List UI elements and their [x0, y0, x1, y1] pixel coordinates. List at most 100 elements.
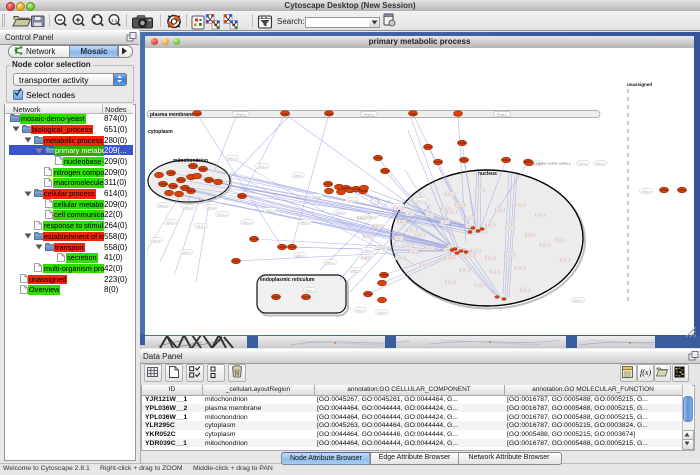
svg-text:Ydr34w: Ydr34w	[364, 292, 373, 296]
svg-text:YLR44 C: YLR44 C	[363, 234, 374, 238]
svg-text:YLR44 C: YLR44 C	[425, 213, 436, 217]
svg-text:1:1: 1:1	[111, 18, 118, 23]
svg-text:Ydr34w: Ydr34w	[177, 178, 186, 182]
svg-text:Ydr34w: Ydr34w	[524, 160, 533, 164]
svg-text:Gds1 p: Gds1 p	[311, 194, 320, 198]
svg-text:Ydr34w: Ydr34w	[238, 194, 247, 198]
svg-text:YLR44 C: YLR44 C	[490, 270, 501, 274]
svg-text:Ydr34w: Ydr34w	[381, 169, 390, 173]
svg-text:Gds1 p: Gds1 p	[295, 253, 304, 257]
svg-text:Gds1 p: Gds1 p	[165, 220, 174, 224]
svg-text:YLR44 C: YLR44 C	[485, 256, 496, 260]
svg-text:Gds1 p: Gds1 p	[181, 250, 190, 254]
svg-text:Ydr34w: Ydr34w	[159, 182, 168, 186]
svg-text:Ydr34w: Ydr34w	[359, 189, 368, 193]
svg-text:Gds1 p: Gds1 p	[347, 198, 356, 202]
svg-text:unassigned: unassigned	[627, 82, 652, 87]
svg-text:YLR44 C: YLR44 C	[560, 258, 571, 262]
svg-text:YLR44 C: YLR44 C	[520, 288, 531, 292]
svg-text:Ydr34w: Ydr34w	[205, 178, 214, 182]
svg-text:Gds1 p: Gds1 p	[305, 288, 314, 292]
svg-text:Gds1 p: Gds1 p	[206, 205, 215, 209]
svg-text:Ydr34w: Ydr34w	[458, 141, 467, 145]
svg-text:YLR44 C: YLR44 C	[515, 266, 526, 270]
svg-text:YLR44 C: YLR44 C	[415, 233, 426, 237]
svg-text:YLR44 C: YLR44 C	[465, 216, 476, 220]
svg-text:YLR44 C: YLR44 C	[405, 212, 416, 216]
svg-text:Gds1 p: Gds1 p	[217, 212, 226, 216]
svg-text:Gds1 p: Gds1 p	[227, 156, 236, 160]
svg-text:YLR44 C: YLR44 C	[475, 283, 486, 287]
svg-text:YLR44 C: YLR44 C	[447, 210, 458, 214]
svg-text:Ydr34w: Ydr34w	[302, 295, 311, 299]
svg-text:YLR44 C: YLR44 C	[485, 223, 496, 227]
svg-text:YLR44 C: YLR44 C	[373, 224, 384, 228]
svg-text:Gds1 p: Gds1 p	[151, 238, 160, 242]
svg-text:Ydr34w: Ydr34w	[232, 259, 241, 263]
svg-text:YLR44 C: YLR44 C	[495, 208, 506, 212]
svg-text:YLR44 C: YLR44 C	[409, 250, 420, 254]
svg-text:Ydr34w: Ydr34w	[324, 182, 333, 186]
svg-text:Ydr34w: Ydr34w	[167, 171, 176, 175]
svg-text:Gds1 p: Gds1 p	[367, 214, 376, 218]
svg-text:YLR44 C: YLR44 C	[445, 280, 456, 284]
svg-text:Gds1 p: Gds1 p	[293, 173, 302, 177]
svg-text:Pma1 p: Pma1 p	[497, 113, 508, 117]
svg-text:YLR44 C: YLR44 C	[445, 192, 456, 196]
svg-text:YLR44 C: YLR44 C	[555, 238, 566, 242]
svg-text:Ydr34w: Ydr34w	[424, 145, 433, 149]
svg-text:Ydr34w: Ydr34w	[281, 112, 290, 116]
svg-text:Pma1 p: Pma1 p	[364, 113, 375, 117]
svg-text:YLR44 C: YLR44 C	[505, 226, 516, 230]
svg-text:YLR44 C: YLR44 C	[394, 236, 405, 240]
svg-text:Ydr34w: Ydr34w	[169, 184, 178, 188]
svg-text:Gds1 p: Gds1 p	[573, 298, 582, 302]
svg-text:Ydr34w: Ydr34w	[342, 186, 351, 190]
svg-text:Ydr34w: Ydr34w	[189, 164, 198, 168]
svg-text:Ydr34w: Ydr34w	[380, 273, 389, 277]
svg-text:Gds1 p: Gds1 p	[257, 164, 266, 168]
svg-text:Ydr34w: Ydr34w	[199, 167, 208, 171]
svg-text:YLR44 C: YLR44 C	[535, 213, 546, 217]
svg-text:Gds1 p: Gds1 p	[158, 203, 167, 207]
svg-text:Gds1 p: Gds1 p	[350, 268, 359, 272]
svg-text:Ydr34w: Ydr34w	[250, 237, 259, 241]
svg-text:Ydr34w: Ydr34w	[325, 112, 334, 116]
svg-text:Pma1 p: Pma1 p	[236, 113, 247, 117]
svg-text:YLR44 C: YLR44 C	[379, 246, 390, 250]
svg-text:mitochondrion: mitochondrion	[173, 158, 208, 164]
svg-text:Ydr34w: Ydr34w	[374, 156, 383, 160]
svg-text:Ydr34w: Ydr34w	[187, 189, 196, 193]
svg-text:YLR44 C: YLR44 C	[540, 243, 551, 247]
svg-text:Gds1 p: Gds1 p	[196, 224, 205, 228]
svg-text:YLR44 C: YLR44 C	[403, 244, 414, 248]
svg-text:YLR44 C: YLR44 C	[505, 253, 516, 257]
svg-text:Ydr34w: Ydr34w	[278, 245, 287, 249]
svg-text:Ydr34w: Ydr34w	[288, 245, 297, 249]
svg-text:YLR44 C: YLR44 C	[357, 216, 368, 220]
svg-text:Gds1 p: Gds1 p	[363, 248, 372, 252]
svg-text:cytoplasm: cytoplasm	[148, 129, 173, 135]
svg-text:Gds1 p: Gds1 p	[595, 161, 604, 165]
svg-text:Gds1 p: Gds1 p	[242, 220, 251, 224]
svg-text:YLR44 C: YLR44 C	[460, 268, 471, 272]
svg-text:YLR44 C: YLR44 C	[395, 256, 406, 260]
svg-text:Ydr34w: Ydr34w	[434, 160, 443, 164]
svg-text:YLR44 C: YLR44 C	[420, 263, 431, 267]
svg-text:Gds1 p: Gds1 p	[641, 189, 650, 193]
svg-text:Ydr34w: Ydr34w	[678, 188, 687, 192]
svg-text:Ydr34w: Ydr34w	[193, 112, 202, 116]
svg-text:Gds1 p: Gds1 p	[355, 308, 364, 312]
svg-text:YLR44 C: YLR44 C	[515, 203, 526, 207]
svg-text:YLR44 C: YLR44 C	[525, 233, 536, 237]
svg-text:Gds1 p: Gds1 p	[183, 205, 192, 209]
svg-text:YLR44 C: YLR44 C	[361, 256, 372, 260]
svg-text:YLR44 C: YLR44 C	[397, 220, 408, 224]
svg-text:plasma membrane: plasma membrane	[150, 112, 194, 118]
svg-text:YLR44 C: YLR44 C	[407, 228, 418, 232]
svg-text:YLR44 C: YLR44 C	[475, 188, 486, 192]
svg-text:Ydr34w: Ydr34w	[660, 188, 669, 192]
svg-text:Ydr342c Ydr343c Ydl245c p: Ydr342c Ydr343c Ydl245c p	[536, 162, 571, 166]
svg-text:Ydr34w: Ydr34w	[272, 295, 281, 299]
svg-text:Gds1 p: Gds1 p	[325, 260, 334, 264]
